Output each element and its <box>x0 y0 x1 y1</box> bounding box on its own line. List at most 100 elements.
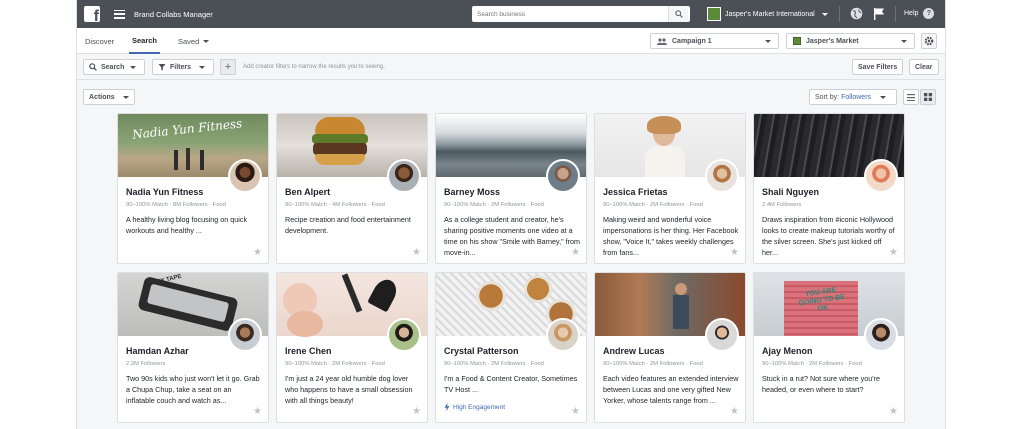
creator-card[interactable]: Shali Nguyen 2.4M Followers Draws inspir… <box>753 113 905 264</box>
creator-meta: 90–100% Match · 2M Followers · Food <box>603 202 703 208</box>
settings-button[interactable] <box>921 33 937 49</box>
creator-card[interactable]: Jessica Frietas 90–100% Match · 2M Follo… <box>594 113 746 264</box>
creator-avatar <box>705 318 739 352</box>
creator-name[interactable]: Nadia Yun Fitness <box>126 187 203 197</box>
top-bar: f Brand Collabs Manager Jasper's Market … <box>77 0 945 28</box>
page-dropdown[interactable]: Jasper's Market <box>786 33 915 49</box>
star-icon[interactable]: ★ <box>253 248 262 258</box>
page-label: Jasper's Market <box>806 37 859 45</box>
creator-meta: 90–100% Match · 8M Followers · Food <box>126 202 226 208</box>
creator-card[interactable]: Barney Moss 90–100% Match · 2M Followers… <box>435 113 587 264</box>
creator-avatar <box>228 318 262 352</box>
star-icon[interactable]: ★ <box>889 248 898 258</box>
divider <box>839 6 840 22</box>
creator-name[interactable]: Crystal Patterson <box>444 346 519 356</box>
creator-meta: 90–100% Match · 2M Followers · Food <box>444 202 544 208</box>
help-button[interactable]: Help ? <box>904 8 935 19</box>
account-switcher[interactable]: Jasper's Market International <box>707 6 828 22</box>
creator-meta: 2.2M Followers <box>126 361 166 367</box>
facebook-logo-icon[interactable]: f <box>84 6 100 22</box>
creator-name[interactable]: Ajay Menon <box>762 346 813 356</box>
list-icon <box>907 93 915 101</box>
creator-card[interactable]: Crystal Patterson 90–100% Match · 2M Fol… <box>435 272 587 423</box>
chevron-down-icon <box>765 40 771 43</box>
cover-script-text: Nadia Yun Fitness <box>131 116 243 142</box>
list-view-button[interactable] <box>903 89 919 105</box>
tab-discover[interactable]: Discover <box>85 28 114 54</box>
search-icon[interactable] <box>668 6 688 22</box>
actions-label: Actions <box>89 93 115 101</box>
creator-card[interactable]: Irene Chen 90–100% Match · 2M Followers … <box>276 272 428 423</box>
creator-name[interactable]: Hamdan Azhar <box>126 346 189 356</box>
star-icon[interactable]: ★ <box>730 248 739 258</box>
flag-icon[interactable] <box>873 7 885 25</box>
creator-card[interactable]: YOU ARE GOING TO BE OK Ajay Menon 90–100… <box>753 272 905 423</box>
chevron-down-icon <box>821 12 828 16</box>
creator-meta: 90–100% Match · 4M Followers · Food <box>285 202 385 208</box>
sort-prefix: Sort by: <box>815 93 840 101</box>
account-avatar <box>707 7 721 21</box>
star-icon[interactable]: ★ <box>730 407 739 417</box>
divider <box>895 6 896 22</box>
creator-avatar <box>387 318 421 352</box>
search-filter-button[interactable]: Search <box>83 59 145 75</box>
creator-meta: 90–100% Match · 2M Followers · Food <box>285 361 385 367</box>
creator-card[interactable]: MIX TAPE Hamdan Azhar 2.2M Followers Two… <box>117 272 269 423</box>
sort-dropdown[interactable]: Sort by: Followers <box>809 89 897 105</box>
creator-name[interactable]: Jessica Frietas <box>603 187 668 197</box>
creator-description: Stuck in a rut? Not sure where you're he… <box>762 374 881 394</box>
creator-name[interactable]: Irene Chen <box>285 346 332 356</box>
star-icon[interactable]: ★ <box>571 407 580 417</box>
chevron-down-icon <box>901 40 907 43</box>
creator-description: Draws inspiration from #iconic Hollywood… <box>762 215 895 257</box>
creator-avatar <box>864 318 898 352</box>
business-search[interactable] <box>472 6 690 22</box>
high-engagement-badge: High Engagement <box>444 403 505 411</box>
globe-icon[interactable] <box>850 7 863 25</box>
creator-name[interactable]: Barney Moss <box>444 187 500 197</box>
creator-description: Making weird and wonderful voice imperso… <box>603 215 739 257</box>
star-icon[interactable]: ★ <box>412 407 421 417</box>
filters-button[interactable]: Filters <box>152 59 214 75</box>
tab-search[interactable]: Search <box>129 28 161 54</box>
business-search-input[interactable] <box>472 7 668 21</box>
creator-card[interactable]: Nadia Yun Fitness Nadia Yun Fitness 90–1… <box>117 113 269 264</box>
chevron-down-icon <box>203 39 210 43</box>
tab-saved[interactable]: Saved <box>178 28 210 54</box>
creator-description: I'm a Food & Content Creator, Sometimes … <box>444 374 578 394</box>
star-icon[interactable]: ★ <box>412 248 421 258</box>
campaign-label: Campaign 1 <box>672 37 712 45</box>
creator-meta: 90–100% Match · 2M Followers · Food <box>762 361 862 367</box>
filter-icon <box>158 64 166 71</box>
filter-hint: Add creator filters to narrow the result… <box>243 64 385 70</box>
creator-meta: 90–100% Match · 2M Followers · Food <box>444 361 544 367</box>
account-name: Jasper's Market International <box>725 10 815 18</box>
creator-name[interactable]: Shali Nguyen <box>762 187 819 197</box>
creator-card[interactable]: Andrew Lucas 90–100% Match · 2M Follower… <box>594 272 746 423</box>
creator-avatar <box>546 159 580 193</box>
clear-button[interactable]: Clear <box>909 59 939 75</box>
actions-dropdown[interactable]: Actions <box>83 89 135 105</box>
creator-name[interactable]: Andrew Lucas <box>603 346 665 356</box>
sort-value: Followers <box>841 93 872 101</box>
star-icon[interactable]: ★ <box>253 407 262 417</box>
search-icon <box>89 63 97 71</box>
menu-icon[interactable] <box>114 9 125 19</box>
creator-description: Two 90s kids who just won't let it go. G… <box>126 374 260 405</box>
campaign-dropdown[interactable]: Campaign 1 <box>650 33 779 49</box>
creator-name[interactable]: Ben Alpert <box>285 187 330 197</box>
add-filter-icon[interactable]: + <box>220 59 236 75</box>
creator-description: Each video features an extended intervie… <box>603 374 739 405</box>
creator-avatar <box>864 159 898 193</box>
star-icon[interactable]: ★ <box>889 407 898 417</box>
creator-avatar <box>387 159 421 193</box>
grid-view-button[interactable] <box>920 89 936 105</box>
creator-description: Recipe creation and food entertainment d… <box>285 215 411 235</box>
app-title: Brand Collabs Manager <box>134 9 213 19</box>
creator-card[interactable]: Ben Alpert 90–100% Match · 4M Followers … <box>276 113 428 264</box>
star-icon[interactable]: ★ <box>571 248 580 258</box>
save-filters-button[interactable]: Save Filters <box>852 59 904 75</box>
chevron-down-icon <box>199 65 206 69</box>
filter-bar: Search Filters + Add creator filters to … <box>77 55 945 80</box>
creator-avatar <box>546 318 580 352</box>
